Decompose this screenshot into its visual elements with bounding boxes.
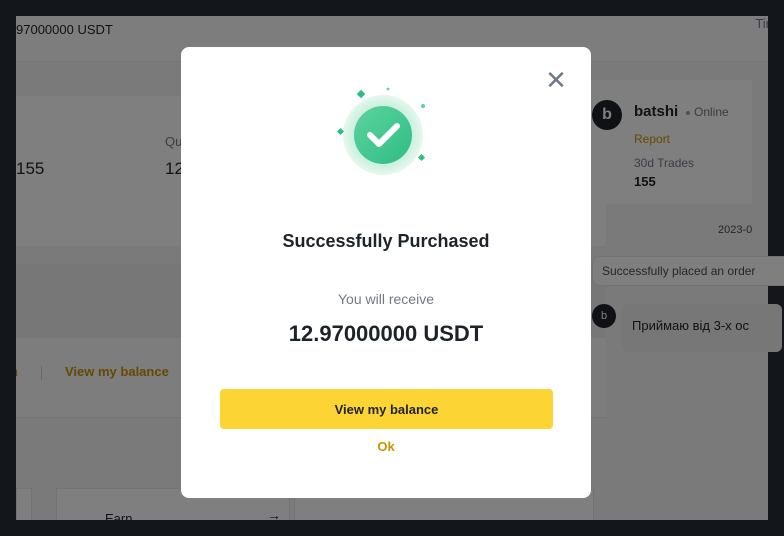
purchase-success-dialog: ✕ Successfully Purchased You will receiv…: [181, 47, 591, 498]
receive-label: You will receive: [338, 291, 434, 307]
ok-button[interactable]: Ok: [181, 439, 591, 454]
close-icon[interactable]: ✕: [544, 67, 568, 93]
receive-amount: 12.97000000 USDT: [288, 321, 484, 346]
success-title: Successfully Purchased: [282, 231, 490, 251]
view-balance-button[interactable]: View my balance: [220, 389, 553, 429]
success-check-icon: [336, 87, 426, 175]
